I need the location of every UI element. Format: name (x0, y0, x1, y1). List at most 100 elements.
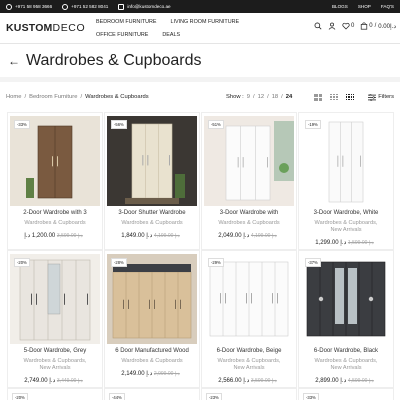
back-arrow-icon[interactable]: ← (8, 54, 20, 68)
product-name[interactable]: 2-Door Wardrobe with 3 (10, 210, 100, 216)
product-image[interactable]: -29% (204, 254, 294, 344)
product-category[interactable]: Wardrobes & Cupboards, New Arrivals (10, 358, 100, 372)
breadcrumb-home[interactable]: Home (6, 94, 21, 100)
phone-text: +971 52 582 8041 (71, 4, 109, 9)
product-category[interactable]: Wardrobes & Cupboards, New Arrivals (204, 358, 294, 372)
cart-icon (361, 22, 368, 30)
shop-toolbar: Home / Bedroom Furniture / Wardrobes & C… (0, 82, 400, 112)
product-name[interactable]: 3-Door Shutter Wardrobe (107, 210, 197, 216)
discount-badge: -23% (206, 393, 222, 400)
product-image[interactable]: -33% (10, 116, 100, 206)
mail-icon (118, 3, 125, 10)
filter-icon (368, 93, 377, 101)
product-category[interactable]: Wardrobes & Cupboards (10, 220, 100, 227)
page-title-bar: ← Wardrobes & Cupboards (0, 44, 400, 77)
product-name[interactable]: 6 Door Manufactured Wood (107, 348, 197, 354)
product-card[interactable]: -33% 2-Door Wardrobe with 3 Wardrobes & … (7, 112, 103, 250)
product-category[interactable]: Wardrobes & Cupboards (204, 220, 294, 227)
breadcrumb: Home / Bedroom Furniture / Wardrobes & C… (6, 94, 149, 100)
cart-count: 0 (369, 23, 373, 29)
cart-total: د.إ0.00 (378, 23, 396, 30)
product-card[interactable]: -37% 6-Door Wardrobe, Black Wardrobes & … (298, 250, 394, 388)
nav-bedroom-furniture[interactable]: BEDROOM FURNITURE (96, 16, 157, 29)
product-grid: -33% 2-Door Wardrobe with 3 Wardrobes & … (7, 112, 400, 388)
nav-living-room-furniture[interactable]: LIVING ROOM FURNITURE (171, 16, 240, 29)
product-category[interactable]: Wardrobes & Cupboards, New Arrivals (301, 358, 391, 372)
product-name[interactable]: 3-Door Wardrobe with (204, 210, 294, 216)
wishlist[interactable]: 0 (342, 22, 354, 30)
product-price: د.إ 2,999.00 د.إ 2,149.00 (107, 370, 197, 377)
product-name[interactable]: 3-Door Wardrobe, White (301, 210, 391, 216)
discount-badge: -56% (111, 120, 127, 129)
grid-4-icon[interactable] (346, 93, 355, 101)
product-card[interactable]: -29% 6-Door Wardrobe, Beige Wardrobes & … (201, 250, 297, 388)
nav-office-furniture[interactable]: OFFICE FURNITURE (96, 29, 148, 42)
email-contact[interactable]: info@kustomdeco.ae (118, 3, 171, 10)
sale-price: د.إ 1,299.00 (315, 240, 347, 246)
product-card[interactable]: -56% 3-Door Shutter Wardrobe Wardrobes &… (104, 112, 200, 250)
old-price: د.إ 4,199.00 (250, 233, 277, 239)
show-24[interactable]: 24 (286, 94, 292, 100)
product-grid-row3: -20% -44% -23% -33% (7, 388, 400, 400)
product-card[interactable]: -20% 5-Door Wardrobe, Grey Wardrobes & C… (7, 250, 103, 388)
discount-badge: -29% (208, 258, 224, 267)
product-image[interactable]: -37% (301, 254, 391, 344)
product-category[interactable]: Wardrobes & Cupboards (107, 358, 197, 365)
product-card[interactable]: -33% (298, 388, 394, 400)
old-price: د.إ 3,599.00 (250, 378, 277, 384)
product-card[interactable]: -28% 6 Door Manufactured Wood Wardrobes … (104, 250, 200, 388)
show-9[interactable]: 9 (247, 94, 250, 100)
grid-3-icon[interactable] (330, 93, 339, 101)
discount-badge: -33% (14, 120, 30, 129)
product-image[interactable]: -56% (107, 116, 197, 206)
blogs-link[interactable]: BLOGS (332, 4, 348, 9)
heart-icon (342, 22, 350, 30)
main-nav: BEDROOM FURNITURE LIVING ROOM FURNITURE OF… (96, 16, 266, 42)
product-name[interactable]: 5-Door Wardrobe, Grey (10, 348, 100, 354)
nav-deals[interactable]: DEALS (162, 29, 180, 42)
product-image[interactable]: -51% (204, 116, 294, 206)
faqs-link[interactable]: FAQ'S (381, 4, 394, 9)
product-name[interactable]: 6-Door Wardrobe, Black (301, 348, 391, 354)
product-category[interactable]: Wardrobes & Cupboards (107, 220, 197, 227)
phone-contact-1[interactable]: +971 58 958 3666 (6, 3, 52, 10)
discount-badge: -28% (111, 258, 127, 267)
cart[interactable]: 0 / د.إ0.00 (360, 22, 396, 30)
old-price: د.إ 4,199.00 (153, 233, 180, 239)
product-name[interactable]: 6-Door Wardrobe, Beige (204, 348, 294, 354)
email-text: info@kustomdeco.ae (127, 4, 171, 9)
top-bar: +971 58 958 3666 +971 52 582 8041 info@k… (0, 0, 400, 13)
old-price: د.إ 3,449.00 (56, 378, 83, 384)
show-18[interactable]: 18 (272, 94, 278, 100)
product-image[interactable]: -19% (301, 116, 391, 206)
search-icon[interactable] (314, 22, 322, 30)
old-price: د.إ 4,599.00 (347, 378, 374, 384)
grid-2-icon[interactable] (314, 93, 323, 101)
product-price: د.إ 4,199.00 د.إ 2,049.00 (204, 232, 294, 239)
old-price: د.إ 3,599.00 (56, 233, 83, 239)
product-card[interactable]: -44% (104, 388, 200, 400)
show-12[interactable]: 12 (258, 94, 264, 100)
old-price: د.إ 2,999.00 (153, 371, 180, 377)
sale-price: د.إ 2,566.00 (218, 378, 250, 384)
sale-price: 1,200.00 د.إ (24, 233, 56, 239)
product-image[interactable]: -20% (10, 254, 100, 344)
breadcrumb-current: Wardrobes & Cupboards (85, 94, 149, 100)
site-logo[interactable]: KUSTOMDECO (6, 22, 96, 34)
product-image[interactable]: -28% (107, 254, 197, 344)
product-price: د.إ 4,199.00 د.إ 1,849.00 (107, 232, 197, 239)
product-card[interactable]: -23% (201, 388, 297, 400)
discount-badge: -19% (305, 120, 321, 129)
product-category[interactable]: Wardrobes & Cupboards, New Arrivals (301, 220, 391, 234)
product-card[interactable]: -51% 3-Door Wardrobe with Wardrobes & Cu… (201, 112, 297, 250)
discount-badge: -20% (12, 393, 28, 400)
shop-link[interactable]: SHOP (358, 4, 371, 9)
phone-contact-2[interactable]: +971 52 582 8041 (62, 3, 109, 10)
breadcrumb-bedroom-furniture[interactable]: Bedroom Furniture (29, 94, 77, 100)
user-icon[interactable] (328, 22, 336, 30)
filters-button[interactable]: Filters (368, 93, 394, 101)
discount-badge: -51% (208, 120, 224, 129)
product-card[interactable]: -19% 3-Door Wardrobe, White Wardrobes & … (298, 112, 394, 250)
site-header: KUSTOMDECO BEDROOM FURNITURE LIVING ROOM … (0, 13, 400, 43)
product-card[interactable]: -20% (7, 388, 103, 400)
